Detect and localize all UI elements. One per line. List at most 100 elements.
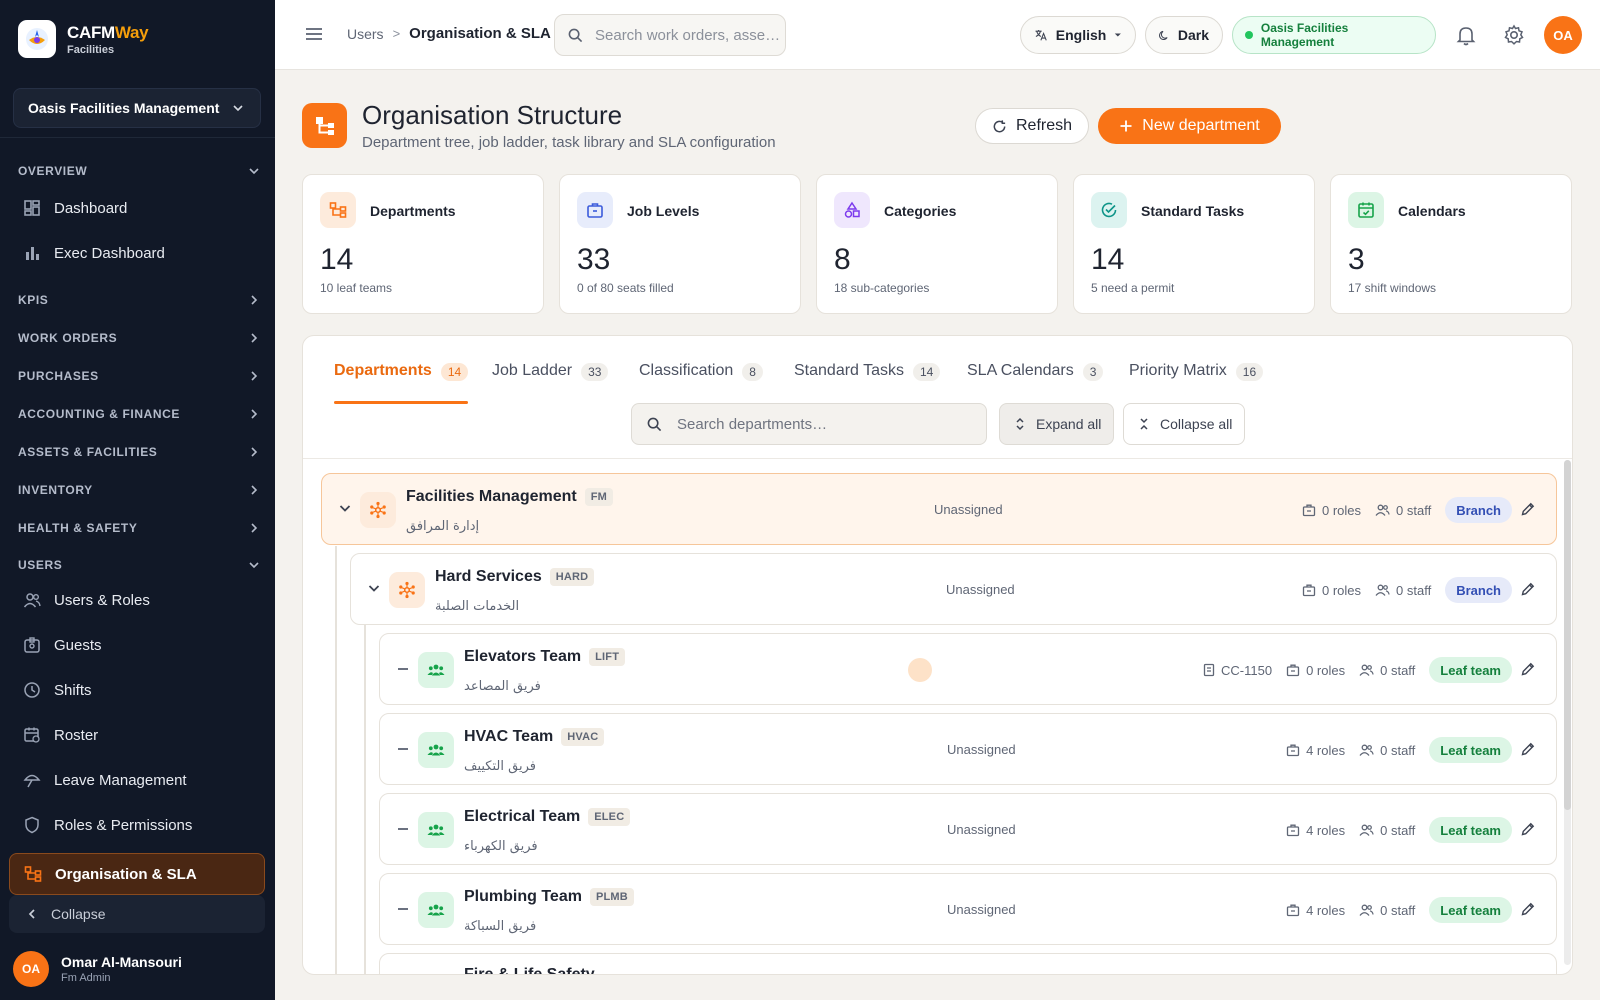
nav-section-assets[interactable]: ASSETS & FACILITIES bbox=[18, 443, 260, 461]
department-row[interactable]: Hard Services HARD الخدمات الصلبة Unassig… bbox=[350, 553, 1557, 625]
nav-section-inventory[interactable]: INVENTORY bbox=[18, 481, 260, 499]
org-status-badge[interactable]: Oasis Facilities Management bbox=[1232, 16, 1436, 54]
pencil-icon[interactable] bbox=[1520, 741, 1536, 757]
scrollbar-thumb[interactable] bbox=[1564, 460, 1571, 810]
department-row[interactable]: HVAC Team HVAC فريق التكييف Unassigned 4 … bbox=[379, 713, 1557, 785]
department-row[interactable]: Elevators Team LIFT فريق المصاعد CC-1150 … bbox=[379, 633, 1557, 705]
department-meta: 4 roles 0 staff Leaf team bbox=[1286, 732, 1512, 768]
nav-section-overview[interactable]: OVERVIEW bbox=[18, 162, 260, 180]
briefcase-icon bbox=[577, 192, 613, 228]
stat-value: 14 bbox=[320, 243, 354, 276]
sidebar-item-users-roles[interactable]: Users & Roles bbox=[18, 581, 262, 619]
language-value: English bbox=[1055, 27, 1107, 43]
breadcrumb-users[interactable]: Users bbox=[347, 26, 384, 42]
tab-sla-calendars[interactable]: SLA Calendars 3 bbox=[967, 362, 1104, 404]
department-row[interactable]: Electrical Team ELEC فريق الكهرباء Unassi… bbox=[379, 793, 1557, 865]
stat-label: Departments bbox=[370, 203, 456, 219]
bell-icon[interactable] bbox=[1456, 24, 1476, 46]
search-icon bbox=[647, 417, 662, 431]
chevron-down-icon[interactable] bbox=[338, 501, 352, 515]
pencil-icon[interactable] bbox=[1520, 901, 1536, 917]
global-search-input[interactable]: Search work orders, asse… bbox=[554, 14, 786, 56]
chevron-down-icon bbox=[249, 562, 259, 569]
theme-toggle[interactable]: Dark bbox=[1145, 16, 1223, 54]
language-selector[interactable]: English bbox=[1020, 16, 1136, 54]
stat-label: Categories bbox=[884, 203, 957, 219]
department-manager: Unassigned bbox=[947, 742, 1016, 757]
gear-icon[interactable] bbox=[1503, 24, 1525, 46]
department-meta: CC-1150 0 roles 0 staff Leaf team bbox=[1203, 652, 1512, 688]
department-row[interactable]: Plumbing Team PLMB فريق السباكة Unassigne… bbox=[379, 873, 1557, 945]
org-status-label: Oasis Facilities Management bbox=[1260, 21, 1349, 49]
tab-job-ladder[interactable]: Job Ladder 33 bbox=[492, 362, 609, 404]
nav-section-users[interactable]: USERS bbox=[18, 556, 260, 574]
stat-note: 10 leaf teams bbox=[320, 281, 393, 295]
stat-value: 8 bbox=[834, 243, 851, 276]
brand-name: CAFMWay bbox=[67, 22, 149, 42]
department-name: Electrical Team ELEC bbox=[464, 808, 631, 826]
leaf-marker bbox=[398, 908, 408, 910]
department-row[interactable]: Facilities Management FM إدارة المرافق Un… bbox=[321, 473, 1557, 545]
pencil-icon[interactable] bbox=[1520, 821, 1536, 837]
nav-section-kpis[interactable]: KPIS bbox=[18, 291, 260, 309]
tab-departments[interactable]: Departments 14 bbox=[334, 362, 469, 404]
department-search-input[interactable]: Search departments… bbox=[631, 403, 987, 445]
sidebar-item-org-sla[interactable]: Organisation & SLA bbox=[9, 853, 265, 895]
stat-card-standard-tasks[interactable]: Standard Tasks 14 5 need a permit bbox=[1073, 174, 1315, 314]
tab-standard-tasks[interactable]: Standard Tasks 14 bbox=[794, 362, 941, 404]
tab-priority-matrix[interactable]: Priority Matrix 16 bbox=[1129, 362, 1264, 404]
sidebar-item-guests[interactable]: Guests bbox=[18, 626, 262, 664]
user-card[interactable]: OA Omar Al-Mansouri Fm Admin bbox=[13, 951, 182, 987]
stat-card-departments[interactable]: Departments 14 10 leaf teams bbox=[302, 174, 544, 314]
sidebar-item-roles-permissions[interactable]: Roles & Permissions bbox=[18, 806, 262, 844]
department-manager: Unassigned bbox=[934, 502, 1003, 517]
tree-scrollbar[interactable] bbox=[1564, 460, 1571, 965]
topbar: Users > Organisation & SLA Search work o… bbox=[275, 0, 1600, 70]
stat-card-calendars[interactable]: Calendars 3 17 shift windows bbox=[1330, 174, 1572, 314]
pencil-icon[interactable] bbox=[1520, 501, 1536, 517]
global-search-placeholder: Search work orders, asse… bbox=[595, 26, 781, 44]
stat-value: 33 bbox=[577, 243, 611, 276]
avatar[interactable]: OA bbox=[1544, 16, 1582, 54]
department-manager: Unassigned bbox=[947, 902, 1016, 917]
page-title: Organisation Structure bbox=[362, 100, 623, 130]
department-row[interactable]: Fire & Life Safety bbox=[379, 953, 1557, 974]
stat-card-job-levels[interactable]: Job Levels 33 0 of 80 seats filled bbox=[559, 174, 801, 314]
breadcrumb: Users > Organisation & SLA bbox=[347, 25, 551, 42]
expand-all-button[interactable]: Expand all bbox=[999, 403, 1115, 445]
chevron-down-icon[interactable] bbox=[367, 581, 381, 595]
department-type-badge: Leaf team bbox=[1429, 817, 1512, 843]
pencil-icon[interactable] bbox=[1520, 661, 1536, 677]
stat-note: 5 need a permit bbox=[1091, 281, 1175, 295]
departments-panel: Departments 14 Job Ladder 33 Classificatio… bbox=[302, 335, 1573, 975]
hamburger-menu-icon[interactable] bbox=[304, 24, 324, 44]
department-name-arabic: فريق الكهرباء bbox=[464, 839, 538, 854]
cost-center-icon bbox=[1203, 663, 1215, 677]
collapse-icon bbox=[1140, 418, 1148, 430]
bar-chart-icon bbox=[22, 243, 42, 263]
collapse-all-button[interactable]: Collapse all bbox=[1123, 403, 1246, 445]
sidebar-item-roster[interactable]: Roster bbox=[18, 716, 262, 754]
sidebar-item-shifts[interactable]: Shifts bbox=[18, 671, 262, 709]
refresh-button[interactable]: Refresh bbox=[975, 108, 1089, 144]
new-department-button[interactable]: New department bbox=[1098, 108, 1281, 144]
org-selector[interactable]: Oasis Facilities Management bbox=[13, 88, 261, 128]
tab-classification[interactable]: Classification 8 bbox=[639, 362, 763, 404]
sidebar-item-exec-dashboard[interactable]: Exec Dashboard bbox=[18, 234, 262, 272]
sidebar-item-dashboard[interactable]: Dashboard bbox=[18, 189, 262, 227]
tab-count: 16 bbox=[1235, 363, 1264, 381]
search-icon bbox=[568, 28, 583, 42]
sidebar-item-leave[interactable]: Leave Management bbox=[18, 761, 262, 799]
org-tree-icon bbox=[320, 192, 356, 228]
brand-subtitle: Facilities bbox=[67, 43, 115, 56]
chevron-down-icon bbox=[233, 105, 243, 112]
nav-section-purchases[interactable]: PURCHASES bbox=[18, 367, 260, 385]
brand[interactable]: CAFMWay Facilities bbox=[18, 20, 149, 58]
sidebar-collapse-button[interactable]: Collapse bbox=[9, 895, 265, 933]
pencil-icon[interactable] bbox=[1520, 581, 1536, 597]
stat-label: Job Levels bbox=[627, 203, 700, 219]
stat-card-categories[interactable]: Categories 8 18 sub-categories bbox=[816, 174, 1058, 314]
nav-section-health-safety[interactable]: HEALTH & SAFETY bbox=[18, 519, 260, 537]
nav-section-accounting[interactable]: ACCOUNTING & FINANCE bbox=[18, 405, 260, 423]
nav-section-work-orders[interactable]: WORK ORDERS bbox=[18, 329, 260, 347]
